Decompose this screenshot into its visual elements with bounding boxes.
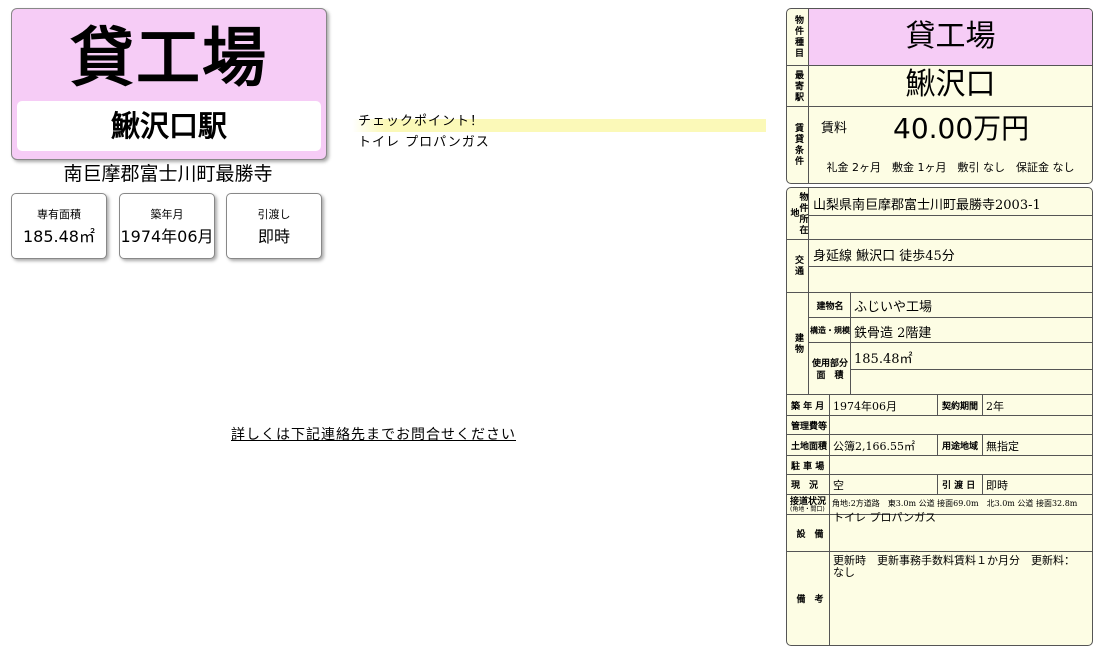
divider bbox=[937, 395, 938, 415]
built-value: 1974年06月 bbox=[833, 400, 897, 413]
divider bbox=[787, 494, 1092, 495]
contract-label: 契約期間 bbox=[942, 401, 979, 412]
type-value: 貸工場 bbox=[905, 19, 996, 54]
checkpoint-title: チェックポイント！ bbox=[358, 114, 485, 129]
equipment-value: トイレ プロパンガス bbox=[833, 511, 937, 524]
divider bbox=[787, 415, 1092, 416]
remarks-label: 備 考 bbox=[796, 595, 824, 605]
divider bbox=[787, 434, 1092, 435]
divider bbox=[829, 395, 830, 415]
road-sublabel: (角地・間口) bbox=[790, 505, 825, 513]
structure-value: 鉄骨造 2階建 bbox=[854, 326, 932, 341]
divider bbox=[829, 515, 830, 645]
property-detail-table: 物件所在地 山梨県南巨摩郡富士川町最勝寺2003-1 交通 身延線 鰍沢口 徒歩… bbox=[786, 187, 1093, 646]
remarks-value: 更新時 更新事務手数料賃料１か月分 更新料： bbox=[833, 554, 1075, 567]
contact-link[interactable]: 詳しくは下記連絡先までお問合せください bbox=[231, 426, 516, 444]
parking-label: 駐 車 場 bbox=[791, 461, 825, 472]
divider bbox=[829, 475, 830, 494]
divider bbox=[829, 456, 830, 474]
info-card-value: 185.48㎡ bbox=[23, 227, 95, 246]
handover-value: 即時 bbox=[986, 479, 1008, 492]
status-value: 空 bbox=[833, 479, 844, 492]
divider bbox=[787, 394, 1092, 395]
info-card-handover: 引渡し 即時 bbox=[226, 193, 322, 259]
divider bbox=[937, 435, 938, 455]
property-type-card: 貸工場 鰍沢口駅 bbox=[11, 8, 327, 160]
divider bbox=[809, 342, 1092, 343]
station-value: 鰍沢口 bbox=[905, 67, 996, 102]
checkpoint-body: トイレ プロパンガス bbox=[358, 135, 490, 150]
rent-value: 40.00万円 bbox=[893, 112, 1030, 145]
station-box: 鰍沢口駅 bbox=[17, 101, 321, 151]
divider bbox=[809, 317, 1092, 318]
divider bbox=[982, 395, 983, 415]
rent-summary-table: 物件種目 貸工場 最寄駅 鰍沢口 賃貸条件 賃料 40.00万円 礼金 2ヶ月 … bbox=[786, 8, 1093, 184]
info-card-area: 専有面積 185.48㎡ bbox=[11, 193, 107, 259]
built-label: 築 年 月 bbox=[791, 401, 825, 412]
info-card-value: 1974年06月 bbox=[120, 227, 214, 246]
info-card-label: 築年月 bbox=[150, 208, 184, 221]
location-header: 物件所在地 bbox=[787, 188, 809, 239]
divider bbox=[809, 215, 1092, 216]
divider bbox=[787, 239, 1092, 240]
transport-header: 交通 bbox=[787, 240, 809, 292]
info-card-label: 引渡し bbox=[257, 208, 291, 221]
usage-area-label: 面 積 bbox=[816, 371, 844, 381]
contract-value: 2年 bbox=[986, 400, 1004, 413]
status-label: 現 況 bbox=[791, 481, 819, 491]
info-card-label: 専有面積 bbox=[37, 208, 81, 221]
divider bbox=[982, 475, 983, 494]
zoning-value: 無指定 bbox=[986, 440, 1019, 453]
location-value: 山梨県南巨摩郡富士川町最勝寺2003-1 bbox=[813, 198, 1041, 213]
rent-terms: 礼金 2ヶ月 敷金 1ヶ月 敷引 なし 保証金 なし bbox=[826, 161, 1075, 174]
station-name: 鰍沢口駅 bbox=[110, 109, 227, 143]
type-header: 物件種目 bbox=[787, 9, 809, 65]
land-label: 土地面積 bbox=[791, 441, 828, 452]
structure-label: 構造・規模 bbox=[810, 325, 850, 335]
zoning-label: 用途地域 bbox=[942, 441, 979, 452]
divider bbox=[982, 435, 983, 455]
remarks-value-continued: なし bbox=[833, 566, 855, 579]
handover-label: 引 渡 日 bbox=[942, 481, 976, 491]
divider bbox=[829, 416, 830, 434]
divider bbox=[787, 474, 1092, 475]
property-type-title: 貸工場 bbox=[70, 22, 268, 96]
info-card-built: 築年月 1974年06月 bbox=[119, 193, 215, 259]
usage-area-value: 185.48㎡ bbox=[854, 352, 913, 367]
building-header: 建物 bbox=[787, 293, 809, 394]
mgmt-label: 管理費等 bbox=[791, 421, 828, 432]
divider bbox=[829, 435, 830, 455]
divider bbox=[809, 266, 1092, 267]
equipment-label: 設 備 bbox=[796, 529, 824, 540]
land-value: 公簿2,166.55㎡ bbox=[833, 440, 915, 453]
transport-value: 身延線 鰍沢口 徒歩45分 bbox=[813, 249, 955, 264]
divider bbox=[850, 369, 1092, 370]
info-card-value: 即時 bbox=[257, 227, 290, 246]
rent-section-header: 賃貸条件 bbox=[787, 107, 809, 183]
building-name-value: ふじいや工場 bbox=[854, 300, 933, 315]
divider bbox=[829, 495, 830, 514]
divider bbox=[937, 475, 938, 494]
rent-label: 賃料 bbox=[821, 121, 848, 136]
station-header: 最寄駅 bbox=[787, 66, 809, 106]
address-summary: 南巨摩郡富士川町最勝寺 bbox=[63, 163, 273, 185]
building-name-label: 建物名 bbox=[816, 301, 844, 312]
road-value: 角地:2方道路 東3.0m 公道 接面69.0m 北3.0m 公道 接面32.8… bbox=[832, 499, 1078, 508]
divider bbox=[787, 106, 1092, 107]
divider bbox=[787, 455, 1092, 456]
